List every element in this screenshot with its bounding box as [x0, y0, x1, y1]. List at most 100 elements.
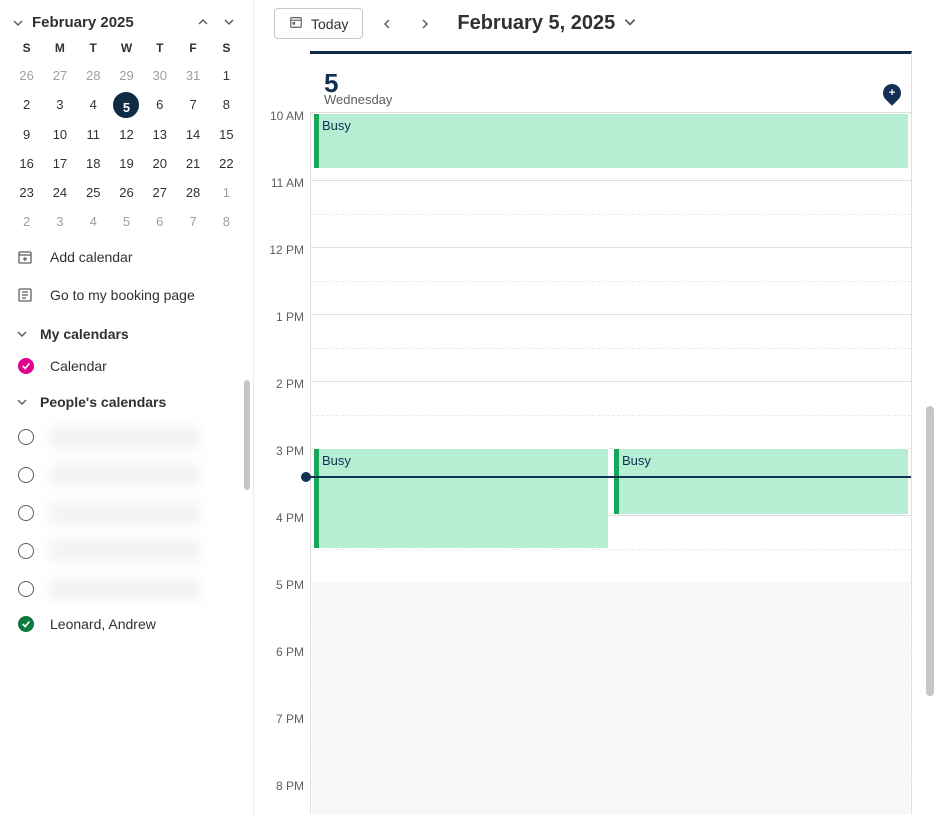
mini-day[interactable]: 2: [10, 209, 43, 234]
add-calendar-link[interactable]: Add calendar: [0, 238, 253, 276]
calendar-checkbox[interactable]: [18, 581, 34, 597]
mini-day[interactable]: 29: [110, 63, 143, 88]
prev-day-button[interactable]: [373, 10, 401, 38]
chevron-down-icon: [623, 12, 637, 35]
chevron-down-icon[interactable]: [12, 17, 24, 29]
mini-prev-month-icon[interactable]: [197, 15, 209, 31]
calendar-event[interactable]: Busy: [613, 448, 909, 515]
calendar-checkbox[interactable]: [18, 543, 34, 559]
mini-day[interactable]: 7: [176, 92, 209, 118]
mini-day[interactable]: 5: [113, 92, 139, 118]
mini-day[interactable]: 23: [10, 180, 43, 205]
mini-calendar-grid: SMTWTFS262728293031123456789101112131415…: [10, 37, 243, 234]
mini-day[interactable]: 8: [210, 209, 243, 234]
calendar-checkbox[interactable]: [18, 505, 34, 521]
calendar-event[interactable]: Busy: [313, 113, 909, 169]
mini-day[interactable]: 3: [43, 92, 76, 118]
mini-day[interactable]: 16: [10, 151, 43, 176]
mini-day[interactable]: 3: [43, 209, 76, 234]
mini-day[interactable]: 24: [43, 180, 76, 205]
mini-day[interactable]: 27: [43, 63, 76, 88]
mini-day[interactable]: 6: [143, 209, 176, 234]
mini-day[interactable]: 8: [210, 92, 243, 118]
mini-day[interactable]: 11: [77, 122, 110, 147]
time-label: 7 PM: [254, 712, 310, 779]
calendar-item[interactable]: [0, 570, 253, 608]
add-location-icon[interactable]: [879, 80, 904, 105]
mini-dow: S: [210, 37, 243, 59]
calendar-checkbox[interactable]: [18, 616, 34, 632]
calendar-item[interactable]: Calendar: [0, 350, 253, 382]
calendar-label-redacted: [50, 426, 200, 448]
calendar-item[interactable]: [0, 532, 253, 570]
day-header: 5 Wednesday: [310, 51, 912, 113]
mini-day[interactable]: 22: [210, 151, 243, 176]
calendar-checkbox[interactable]: [18, 358, 34, 374]
calendar-checkbox[interactable]: [18, 467, 34, 483]
mini-day[interactable]: 1: [210, 180, 243, 205]
time-label: 1 PM: [254, 310, 310, 377]
peoples-calendars-header[interactable]: People's calendars: [0, 382, 253, 418]
date-title[interactable]: February 5, 2025: [457, 12, 637, 35]
hour-slot[interactable]: [311, 314, 911, 381]
event-title: Busy: [622, 453, 651, 468]
hour-slot[interactable]: [311, 247, 911, 314]
mini-day[interactable]: 26: [110, 180, 143, 205]
main-scrollbar[interactable]: [926, 406, 934, 696]
mini-day[interactable]: 1: [210, 63, 243, 88]
mini-day[interactable]: 18: [77, 151, 110, 176]
mini-day[interactable]: 13: [143, 122, 176, 147]
calendar-item[interactable]: [0, 456, 253, 494]
mini-day[interactable]: 9: [10, 122, 43, 147]
mini-day[interactable]: 19: [110, 151, 143, 176]
calendar-checkbox[interactable]: [18, 429, 34, 445]
day-name: Wednesday: [324, 92, 392, 107]
mini-day[interactable]: 12: [110, 122, 143, 147]
mini-day[interactable]: 15: [210, 122, 243, 147]
mini-day[interactable]: 31: [176, 63, 209, 88]
mini-calendar-month[interactable]: February 2025: [32, 14, 189, 31]
mini-day[interactable]: 17: [43, 151, 76, 176]
mini-dow: T: [143, 37, 176, 59]
sidebar-scrollbar[interactable]: [244, 380, 250, 490]
today-label: Today: [311, 16, 348, 32]
mini-day[interactable]: 4: [77, 92, 110, 118]
mini-day[interactable]: 20: [143, 151, 176, 176]
mini-day[interactable]: 7: [176, 209, 209, 234]
mini-day[interactable]: 2: [10, 92, 43, 118]
mini-day[interactable]: 6: [143, 92, 176, 118]
calendar-item[interactable]: [0, 418, 253, 456]
calendar-item[interactable]: Leonard, Andrew: [0, 608, 253, 640]
day-grid[interactable]: Busy Busy Busy: [310, 113, 912, 814]
calendar-item[interactable]: [0, 494, 253, 532]
next-day-button[interactable]: [411, 10, 439, 38]
time-label: 6 PM: [254, 645, 310, 712]
hour-slot[interactable]: [311, 180, 911, 247]
calendar-body: 5 Wednesday 10 AM11 AM12 PM1 PM2 PM3 PM4…: [254, 51, 936, 814]
mini-next-month-icon[interactable]: [223, 15, 235, 31]
calendar-label: Calendar: [50, 358, 107, 374]
calendar-event[interactable]: Busy: [313, 448, 609, 549]
mini-day[interactable]: 14: [176, 122, 209, 147]
mini-day[interactable]: 28: [77, 63, 110, 88]
mini-day[interactable]: 30: [143, 63, 176, 88]
mini-day[interactable]: 4: [77, 209, 110, 234]
calendar-main: Today February 5, 2025 5 Wednesday 10 AM…: [254, 0, 936, 814]
hour-slot[interactable]: [311, 381, 911, 448]
mini-day[interactable]: 25: [77, 180, 110, 205]
mini-dow: S: [10, 37, 43, 59]
calendar-label-redacted: [50, 540, 200, 562]
today-button[interactable]: Today: [274, 8, 363, 39]
mini-day[interactable]: 5: [110, 209, 143, 234]
booking-icon: [16, 286, 34, 304]
mini-day[interactable]: 26: [10, 63, 43, 88]
mini-day[interactable]: 28: [176, 180, 209, 205]
calendar-today-icon: [289, 15, 303, 32]
mini-day[interactable]: 10: [43, 122, 76, 147]
time-label: 11 AM: [254, 176, 310, 243]
mini-day[interactable]: 27: [143, 180, 176, 205]
booking-page-link[interactable]: Go to my booking page: [0, 276, 253, 314]
mini-dow: F: [176, 37, 209, 59]
my-calendars-header[interactable]: My calendars: [0, 314, 253, 350]
mini-day[interactable]: 21: [176, 151, 209, 176]
